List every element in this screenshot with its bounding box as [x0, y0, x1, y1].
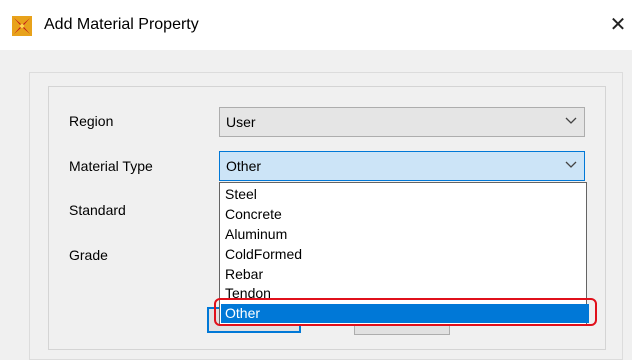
- close-button[interactable]: ✕: [606, 12, 630, 38]
- material-type-value: Other: [226, 158, 262, 174]
- window-title: Add Material Property: [44, 16, 199, 33]
- dropdown-option-steel[interactable]: Steel: [224, 185, 585, 204]
- material-type-label: Material Type: [69, 158, 153, 174]
- dropdown-option-tendon[interactable]: Tendon: [224, 284, 585, 303]
- chevron-down-icon: [565, 161, 577, 168]
- close-icon: ✕: [609, 14, 627, 36]
- region-value: User: [226, 114, 256, 130]
- region-label: Region: [69, 113, 114, 129]
- material-type-combo[interactable]: Other: [219, 151, 585, 181]
- chevron-down-icon: [565, 117, 577, 124]
- dropdown-option-coldformed[interactable]: ColdFormed: [224, 245, 585, 264]
- dropdown-option-other[interactable]: Other: [221, 304, 589, 323]
- dropdown-option-concrete[interactable]: Concrete: [224, 205, 585, 224]
- grade-label: Grade: [69, 247, 108, 263]
- app-icon: [12, 16, 32, 36]
- material-type-dropdown: Steel Concrete Aluminum ColdFormed Rebar…: [219, 182, 589, 326]
- standard-label: Standard: [69, 202, 126, 218]
- region-combo[interactable]: User: [219, 107, 585, 137]
- dropdown-option-rebar[interactable]: Rebar: [224, 265, 585, 284]
- title-bar: Add Material Property ✕: [0, 0, 632, 50]
- dropdown-option-aluminum[interactable]: Aluminum: [224, 225, 585, 244]
